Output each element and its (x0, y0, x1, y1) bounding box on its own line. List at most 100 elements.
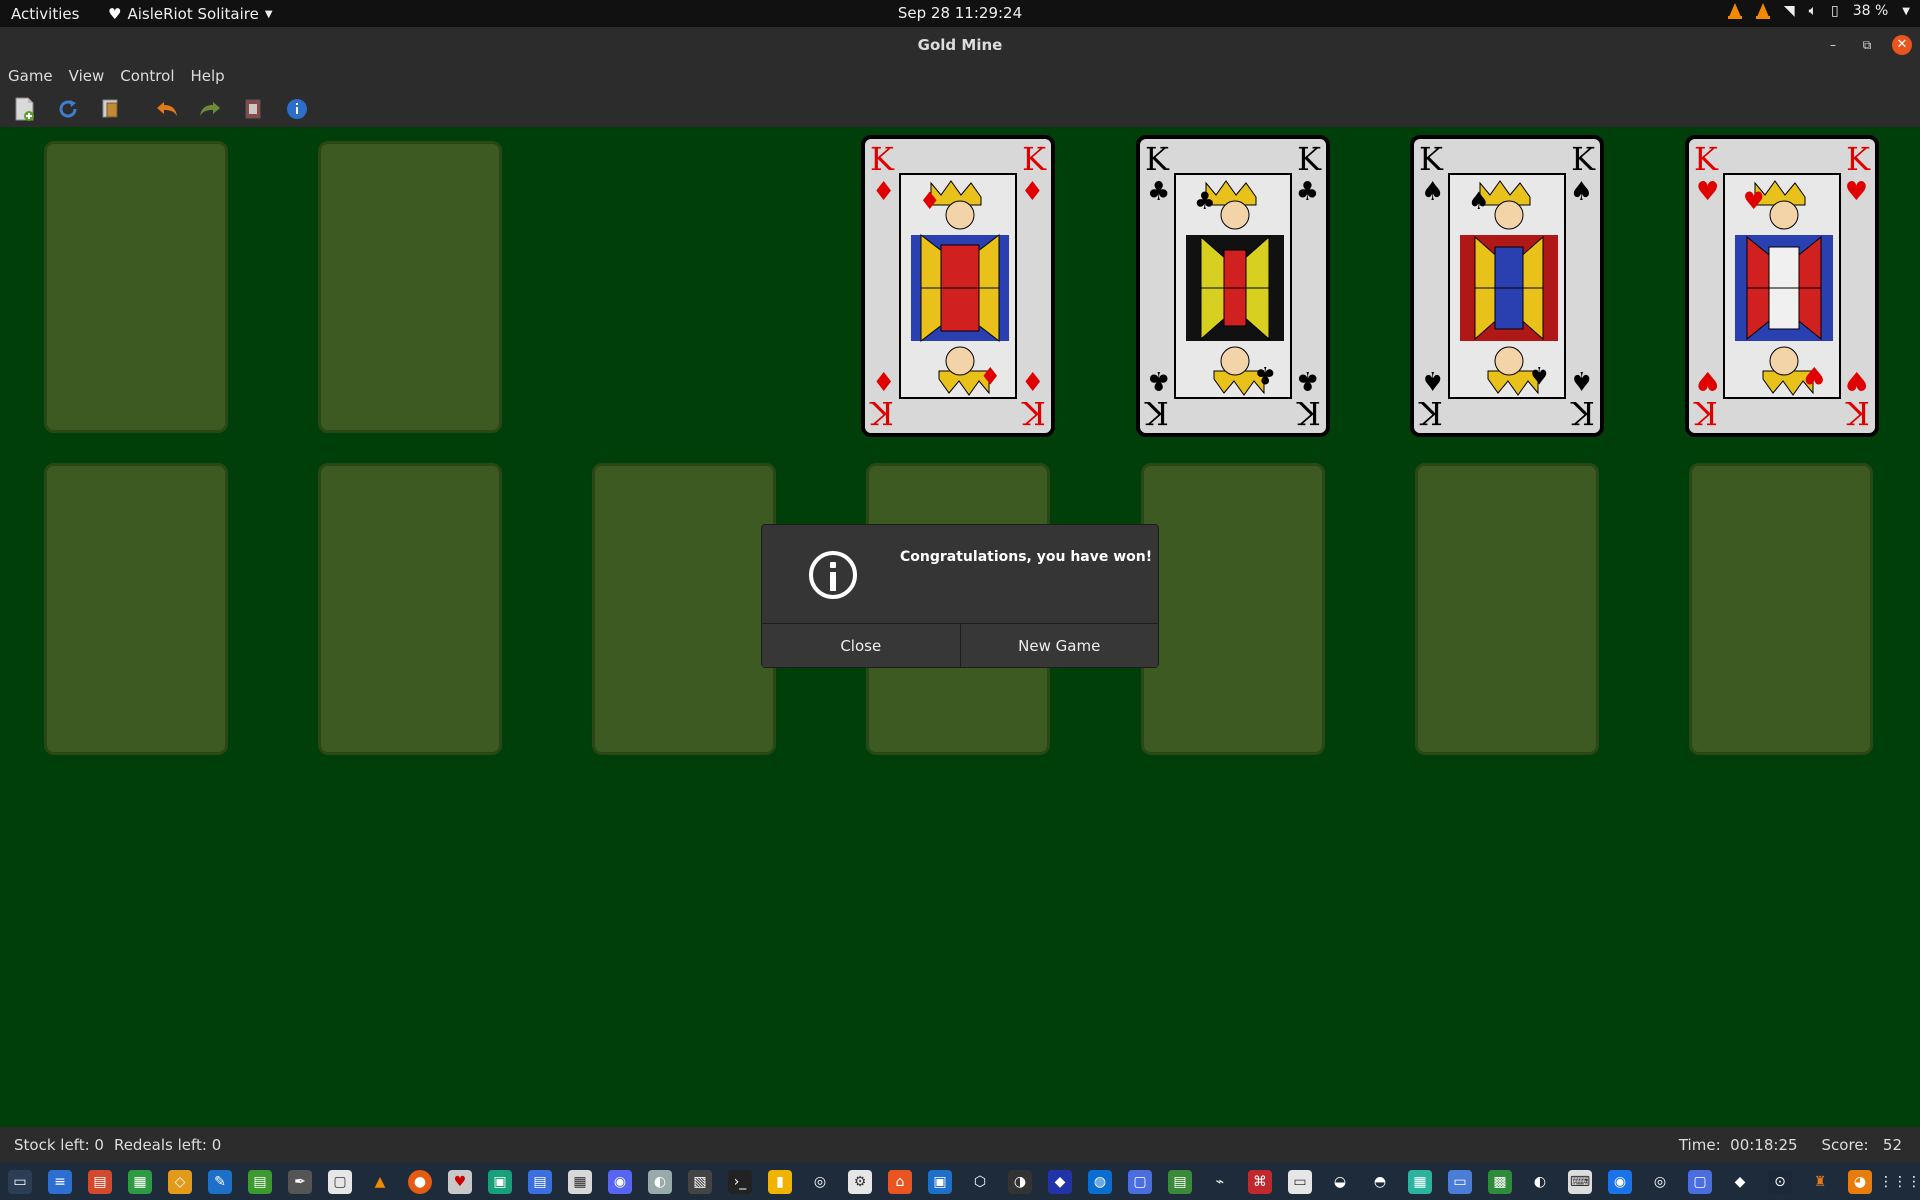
foundation-card-king-clubs[interactable]: K ♣ K ♣ K ♣ K ♣ ♣ ♣ (1136, 135, 1330, 437)
app-icon[interactable]: ▤ (528, 1169, 552, 1194)
close-button[interactable]: Close (762, 624, 960, 667)
app-icon[interactable]: ◒ (1328, 1170, 1352, 1194)
settings-icon[interactable]: ⚙ (848, 1169, 872, 1194)
redo-icon[interactable] (197, 96, 223, 122)
app-icon[interactable]: ▣ (488, 1169, 512, 1194)
app-icon[interactable]: ▩ (1488, 1169, 1512, 1194)
keyboard-icon[interactable]: ⌨ (1568, 1169, 1592, 1194)
new-game-icon[interactable] (12, 96, 38, 122)
wifi-icon[interactable]: ◥ (1784, 3, 1795, 19)
app-icon[interactable]: ▦ (1408, 1169, 1432, 1194)
svg-text:♠: ♠ (1528, 361, 1550, 389)
app-icon[interactable]: ◑ (1008, 1169, 1032, 1194)
tableau-slot[interactable] (44, 463, 228, 755)
impress-icon[interactable]: ▤ (88, 1169, 112, 1194)
image-viewer-icon[interactable]: ◐ (648, 1169, 672, 1194)
select-game-icon[interactable] (98, 96, 124, 122)
vlc-icon-2[interactable] (1755, 3, 1770, 19)
spade-icon: ♠ (1569, 365, 1593, 395)
tableau-slot[interactable] (1689, 463, 1873, 755)
system-tray[interactable]: ◥ 🔈︎ ▯ 38 % ▼ (1727, 3, 1910, 19)
new-game-button[interactable]: New Game (959, 624, 1158, 667)
app-icon[interactable]: ◆ (1048, 1169, 1072, 1194)
calc-icon[interactable]: ▦ (128, 1169, 152, 1194)
app-icon[interactable]: ▭ (1448, 1169, 1472, 1194)
grid-app-icon[interactable]: ▦ (568, 1169, 592, 1194)
app-icon[interactable]: ⌁ (1208, 1170, 1232, 1194)
files-icon[interactable]: ▢ (328, 1169, 352, 1194)
app-icon[interactable]: ▢ (1688, 1169, 1712, 1194)
reserve-slot[interactable] (318, 141, 502, 433)
show-apps-icon[interactable]: ⋮⋮⋮ (1879, 1170, 1920, 1194)
card-rank: K (870, 140, 894, 178)
tableau-slot[interactable] (592, 463, 776, 755)
app-icon[interactable]: ◆ (1728, 1170, 1752, 1194)
tableau-slot[interactable] (1415, 463, 1599, 755)
draw-icon[interactable]: ◇ (168, 1169, 192, 1194)
inkscape-icon[interactable]: ✒ (288, 1169, 312, 1194)
tableau-slot[interactable] (318, 463, 502, 755)
tableau-slot[interactable] (1141, 463, 1325, 755)
steam-icon[interactable]: ⊙ (1768, 1169, 1792, 1194)
clock[interactable]: Sep 28 11:29:24 (898, 4, 1022, 22)
software-center-icon[interactable]: ⌂ (888, 1169, 912, 1194)
app-icon[interactable]: ◎ (1648, 1170, 1672, 1194)
svg-text:♣: ♣ (1194, 187, 1216, 215)
close-window-button[interactable]: ✕ (1892, 35, 1912, 55)
card-rank: K (1694, 140, 1718, 178)
menu-game[interactable]: Game (0, 63, 61, 89)
firefox-icon[interactable]: ● (408, 1169, 432, 1194)
reserve-slot[interactable] (44, 141, 228, 433)
heart-icon: ♥ (1696, 365, 1720, 395)
app-icon[interactable]: ◓ (1368, 1170, 1392, 1194)
hint-icon[interactable] (284, 96, 310, 122)
app-icon[interactable]: ▣ (928, 1169, 952, 1194)
terminal-icon-2[interactable]: ›_ (728, 1169, 752, 1194)
activities-button[interactable]: Activities (11, 5, 79, 23)
minimize-button[interactable]: – (1823, 35, 1843, 55)
maximize-button[interactable]: ⧉ (1857, 35, 1877, 55)
volume-icon[interactable]: 🔈︎ (1809, 3, 1817, 19)
blender-icon[interactable]: ◕ (1848, 1169, 1872, 1194)
foundation-card-king-spades[interactable]: K ♠ K ♠ K ♠ K ♠ ♠ ♠ (1410, 135, 1604, 437)
app-icon[interactable]: ◍ (1088, 1169, 1112, 1194)
app-icon[interactable]: ▮ (768, 1169, 792, 1194)
caret-down-icon[interactable]: ▼ (1902, 6, 1910, 17)
battery-icon[interactable]: ▯ (1831, 3, 1839, 19)
pdf-icon[interactable]: ⌘ (1248, 1169, 1272, 1194)
redeals-left-label: Redeals left: 0 (113, 1136, 222, 1154)
writer-icon[interactable]: ≡ (48, 1169, 72, 1194)
restart-icon[interactable] (55, 96, 81, 122)
menu-control[interactable]: Control (112, 63, 182, 89)
foundation-card-king-diamonds[interactable]: K ♦ K ♦ K ♦ K ♦ ♦ ♦ (861, 135, 1055, 437)
card-rank: K (870, 394, 894, 432)
window-titlebar[interactable]: Gold Mine – ⧉ ✕ (0, 27, 1920, 63)
card-rank: K (1145, 140, 1169, 178)
app-icon[interactable]: ♜ (1808, 1170, 1832, 1194)
vlc-icon[interactable] (1727, 3, 1742, 19)
undo-icon[interactable] (154, 96, 180, 122)
app-icon[interactable]: ▢ (1128, 1169, 1152, 1194)
foundation-card-king-hearts[interactable]: K ♥ K ♥ K ♥ K ♥ ♥ ♥ (1685, 135, 1879, 437)
document-icon[interactable]: ▤ (248, 1169, 272, 1194)
app-icon[interactable]: ◉ (1608, 1169, 1632, 1194)
vlc-icon[interactable]: ▲ (368, 1170, 392, 1194)
app-icon[interactable]: ◐ (1528, 1170, 1552, 1194)
app-icon[interactable]: ▧ (688, 1169, 712, 1194)
solitaire-icon[interactable]: ♥ (448, 1169, 472, 1194)
text-editor-icon[interactable]: ✎ (208, 1169, 232, 1194)
cube-icon[interactable]: ⬡ (968, 1170, 992, 1194)
deal-icon[interactable] (240, 96, 266, 122)
discord-icon[interactable]: ◉ (608, 1169, 632, 1194)
app-icon[interactable]: ▤ (1168, 1169, 1192, 1194)
app-menu[interactable]: ♥ AisleRiot Solitaire ▼ (108, 5, 273, 23)
menu-help[interactable]: Help (183, 63, 233, 89)
notes-icon[interactable]: ▭ (1288, 1169, 1312, 1194)
window-title: Gold Mine (917, 36, 1003, 54)
club-icon: ♣ (1295, 177, 1319, 207)
top-panel: Activities ♥ AisleRiot Solitaire ▼ Sep 2… (0, 0, 1920, 27)
diamond-icon: ♦ (872, 177, 896, 207)
terminal-icon[interactable]: ▭ (8, 1169, 32, 1194)
target-icon[interactable]: ◎ (808, 1170, 832, 1194)
menu-view[interactable]: View (61, 63, 113, 89)
